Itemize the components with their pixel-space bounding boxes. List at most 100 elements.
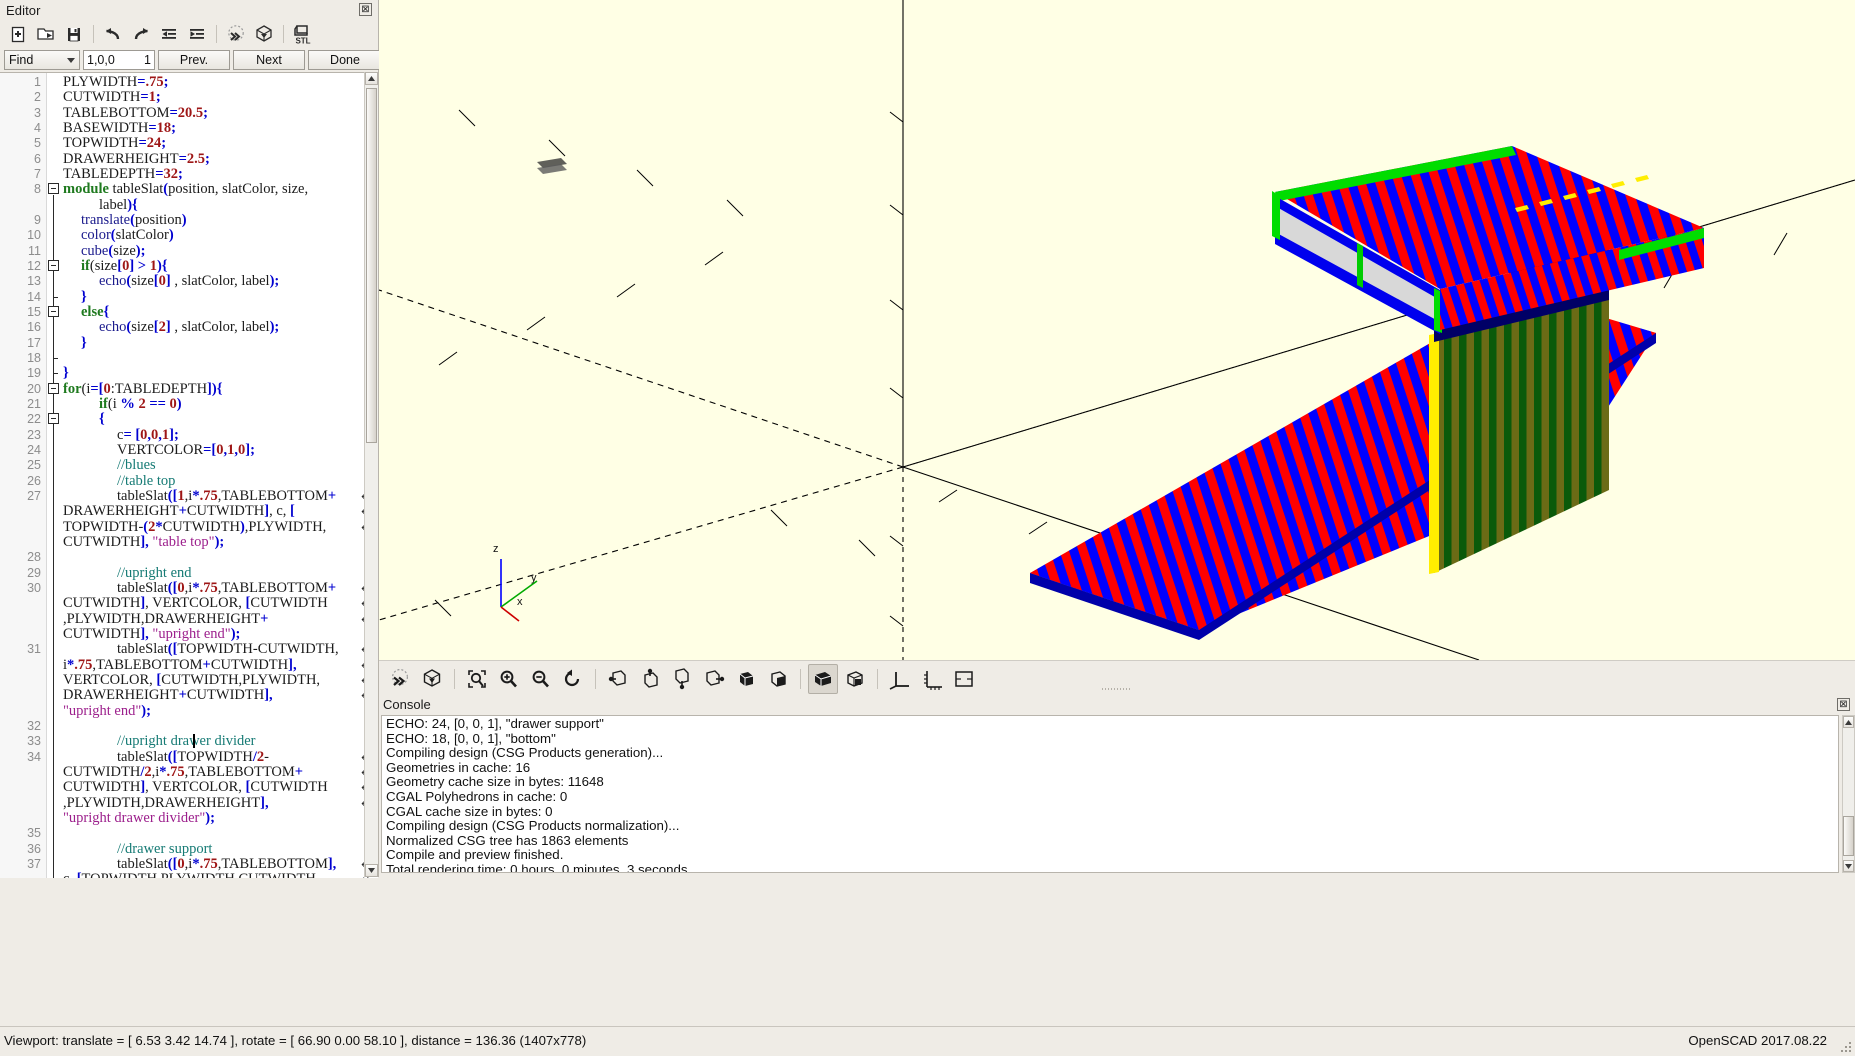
code-line[interactable]: //drawer support	[117, 841, 212, 857]
code-token: =	[169, 104, 178, 121]
code-line[interactable]: TOPWIDTH=24;	[63, 136, 166, 151]
open-file-icon[interactable]	[33, 21, 59, 47]
code-line[interactable]: ,PLYWIDTH,DRAWERHEIGHT+	[63, 610, 269, 627]
new-file-icon[interactable]	[5, 21, 31, 47]
horizontal-splitter[interactable]	[379, 686, 1855, 692]
scroll-up-icon[interactable]	[1843, 716, 1854, 728]
find-prev-button[interactable]: Prev.	[158, 50, 230, 70]
code-line[interactable]: CUTWIDTH], VERTCOLOR, [CUTWIDTH	[63, 780, 328, 795]
code-line[interactable]: color(slatColor)	[81, 228, 174, 243]
code-line[interactable]: tableSlat([TOPWIDTH/2-	[117, 749, 269, 765]
code-line[interactable]: tableSlat([1,i*.75,TABLEBOTTOM+	[117, 488, 336, 504]
editor-scrollbar[interactable]	[364, 72, 378, 877]
code-line[interactable]: c, [TOPWIDTH,PLYWIDTH,CUTWIDTH	[63, 872, 316, 878]
code-token: c,	[63, 871, 77, 878]
code-editor[interactable]: 1 2 3 4 5 6 7 8 9 10 11 12 13 14 15 16 17 18 19 20 21 22 23 24 2…	[0, 72, 378, 878]
code-line[interactable]: CUTWIDTH/2,i*.75,TABLEBOTTOM+	[63, 764, 303, 780]
code-line[interactable]: cube(size);	[81, 243, 145, 259]
code-line[interactable]: //table top	[117, 473, 175, 489]
editor-scrollbar-thumb[interactable]	[366, 88, 377, 443]
save-file-icon[interactable]	[61, 21, 87, 47]
code-line[interactable]: }	[81, 289, 87, 305]
unindent-icon[interactable]	[156, 21, 182, 47]
code-line[interactable]: //upright end	[117, 565, 192, 581]
preview-icon[interactable]	[223, 21, 249, 47]
code-line[interactable]: VERTCOLOR, [CUTWIDTH,PLYWIDTH,	[63, 672, 320, 688]
code-line[interactable]: TABLEBOTTOM=20.5;	[63, 104, 208, 121]
scroll-up-icon[interactable]	[365, 72, 378, 85]
console-output[interactable]: ECHO: 24, [0, 0, 1], "drawer support" ECH…	[381, 715, 1839, 873]
search-input[interactable]: 1,0,0 1	[83, 50, 155, 70]
code-token: );	[214, 533, 225, 550]
code-line[interactable]: DRAWERHEIGHT=2.5;	[63, 151, 210, 167]
code-line[interactable]: VERTCOLOR=[0,1,0];	[117, 442, 255, 458]
code-line[interactable]: TABLEDEPTH=32;	[63, 166, 183, 182]
line-number: 20	[27, 381, 41, 396]
3d-viewport[interactable]: z y x	[379, 0, 1855, 660]
code-line[interactable]: if(i % 2 == 0)	[99, 396, 182, 412]
redo-icon[interactable]	[128, 21, 154, 47]
fold-toggle-icon[interactable]	[48, 382, 59, 394]
code-line[interactable]: echo(size[0] , slatColor, label);	[99, 274, 279, 289]
code-line[interactable]: //blues	[117, 458, 156, 473]
export-stl-icon[interactable]: STL	[290, 21, 316, 47]
scroll-down-icon[interactable]	[1843, 860, 1854, 872]
fold-toggle-icon[interactable]	[48, 259, 59, 271]
code-fold-column[interactable]	[47, 73, 61, 878]
code-line[interactable]: //upright drawer divider	[117, 734, 256, 749]
line-number: 3	[34, 105, 41, 120]
code-line[interactable]: if(size[0] > 1){	[81, 257, 167, 274]
close-icon[interactable]: ⊠	[1837, 698, 1850, 711]
code-line[interactable]: label){	[99, 197, 138, 213]
fold-toggle-icon[interactable]	[48, 305, 59, 317]
code-line[interactable]: }	[63, 366, 69, 381]
code-line[interactable]: TOPWIDTH-(2*CUTWIDTH),PLYWIDTH,	[63, 518, 326, 535]
code-line[interactable]: tableSlat([0,i*.75,TABLEBOTTOM],	[117, 856, 336, 872]
code-text-area[interactable]: PLYWIDTH=.75; CUTWIDTH=1; TABLEBOTTOM=20.5…	[61, 73, 378, 878]
code-line[interactable]: "upright drawer divider");	[63, 809, 215, 826]
code-token: CUTWIDTH	[162, 518, 240, 535]
find-done-button[interactable]: Done	[308, 50, 382, 70]
indent-icon[interactable]	[184, 21, 210, 47]
code-line[interactable]: i*.75,TABLEBOTTOM+CUTWIDTH],	[63, 657, 297, 673]
code-line[interactable]: tableSlat([0,i*.75,TABLEBOTTOM+	[117, 580, 336, 596]
code-token: +	[260, 610, 269, 627]
console-scrollbar[interactable]	[1842, 715, 1855, 873]
code-line[interactable]: CUTWIDTH], "upright end");	[63, 626, 240, 642]
code-token: "upright drawer divider"	[63, 809, 206, 826]
code-line[interactable]: else{	[81, 304, 109, 320]
scroll-down-icon[interactable]	[365, 864, 378, 877]
code-line[interactable]: {	[99, 412, 105, 427]
console-scrollbar-thumb[interactable]	[1843, 816, 1854, 856]
find-mode-select[interactable]: Find	[4, 50, 80, 70]
code-line[interactable]: CUTWIDTH], VERTCOLOR, [CUTWIDTH	[63, 596, 328, 611]
find-next-button[interactable]: Next	[233, 50, 305, 70]
code-line[interactable]: for(i=[0:TABLEDEPTH]){	[63, 381, 222, 397]
code-line[interactable]: PLYWIDTH=.75;	[63, 75, 169, 90]
render-icon[interactable]	[251, 21, 277, 47]
fold-toggle-icon[interactable]	[48, 413, 59, 425]
code-line[interactable]: CUTWIDTH], "table top");	[63, 533, 225, 550]
code-line[interactable]: DRAWERHEIGHT+CUTWIDTH], c, [	[63, 504, 295, 519]
code-token: ;	[203, 104, 208, 121]
code-line[interactable]: echo(size[2] , slatColor, label);	[99, 320, 279, 335]
code-line[interactable]: CUTWIDTH=1;	[63, 90, 161, 105]
code-line[interactable]: tableSlat([TOPWIDTH-CUTWIDTH,	[117, 642, 339, 657]
search-match-count: 1	[144, 53, 151, 67]
close-icon[interactable]: ⊠	[359, 3, 372, 16]
code-line[interactable]: "upright end");	[63, 702, 151, 719]
code-line[interactable]: module tableSlat(position, slatColor, si…	[63, 182, 308, 197]
code-line[interactable]: DRAWERHEIGHT+CUTWIDTH],	[63, 688, 273, 703]
code-line[interactable]: BASEWIDTH=18;	[63, 120, 176, 136]
code-line[interactable]: ,PLYWIDTH,DRAWERHEIGHT],	[63, 795, 269, 811]
code-token: "upright end"	[63, 702, 142, 719]
code-line[interactable]: }	[81, 335, 87, 351]
code-line[interactable]: translate(position)	[81, 212, 187, 228]
code-token: if	[81, 257, 90, 274]
fold-toggle-icon[interactable]	[48, 183, 59, 195]
resize-grip-icon[interactable]	[1837, 1038, 1853, 1054]
undo-icon[interactable]	[100, 21, 126, 47]
fold-end-marker	[53, 357, 58, 359]
version-label: OpenSCAD 2017.08.22	[1688, 1033, 1827, 1048]
code-line[interactable]: c= [0,0,1];	[117, 427, 179, 443]
